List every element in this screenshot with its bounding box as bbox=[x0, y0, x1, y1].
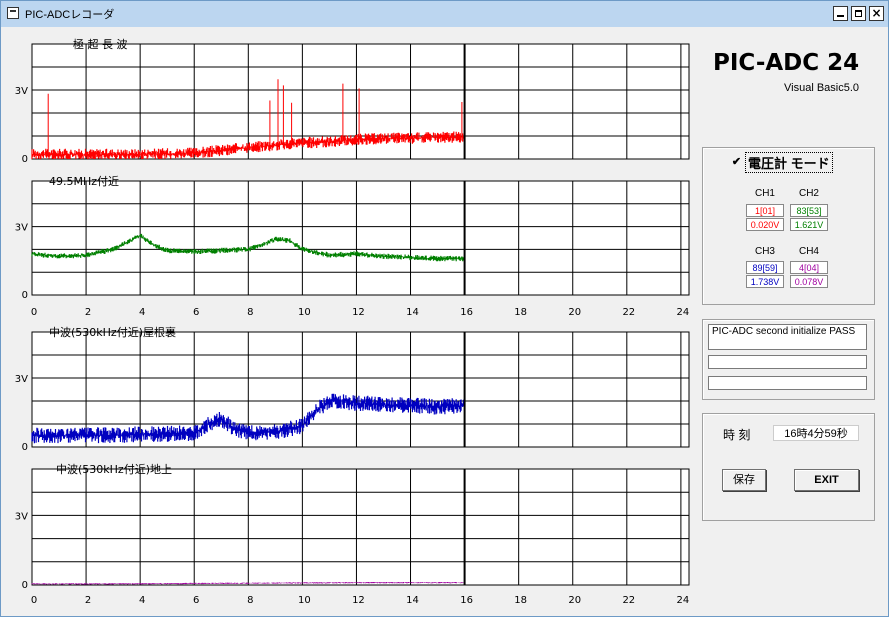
app-name: PIC-ADC 24 bbox=[713, 50, 860, 76]
xtick-label: 16 bbox=[460, 595, 473, 606]
chart-title-2: 49.5MHz付近 bbox=[49, 175, 119, 188]
xtick-label: 10 bbox=[298, 595, 311, 606]
ytick-label-0: 0 bbox=[22, 442, 28, 453]
ch3-raw: 89[59] bbox=[746, 261, 784, 274]
ytick-label-0: 0 bbox=[22, 154, 28, 165]
xtick-label: 0 bbox=[31, 595, 37, 606]
chart-area: 極 超 長 波 3V 0 49.5MHz付近 3V 0 0 2 4 6 8 10 12 14 16 18 20 2… bbox=[0, 26, 697, 615]
ch4-label: CH4 bbox=[798, 246, 819, 257]
ch4-voltage: 0.078V bbox=[790, 275, 828, 288]
ytick-label-3v: 3V bbox=[15, 223, 28, 234]
app-icon[interactable] bbox=[7, 7, 19, 19]
ytick-label-3v: 3V bbox=[15, 511, 28, 522]
ytick-label-0: 0 bbox=[22, 580, 28, 591]
xtick-label: 18 bbox=[514, 595, 527, 606]
plot-frame-2 bbox=[31, 180, 690, 296]
xtick-label: 2 bbox=[85, 307, 91, 318]
ch2-voltage: 1.621V bbox=[790, 218, 828, 231]
voltmeter-mode-label: 電圧計 モード bbox=[745, 152, 833, 173]
xtick-label: 4 bbox=[139, 595, 145, 606]
title-bar[interactable]: PIC-ADCレコーダ × bbox=[1, 1, 888, 27]
ch4-raw: 4[04] bbox=[790, 261, 828, 274]
plot-frame-3 bbox=[31, 331, 690, 448]
exit-button[interactable]: EXIT bbox=[794, 469, 859, 491]
xtick-label: 20 bbox=[568, 595, 581, 606]
xtick-label: 24 bbox=[677, 307, 690, 318]
chart-title-1: 極 超 長 波 bbox=[73, 37, 128, 51]
xtick-label: 6 bbox=[193, 307, 199, 318]
xtick-label: 2 bbox=[85, 595, 91, 606]
ytick-label-3v: 3V bbox=[15, 86, 28, 97]
status-line-2[interactable] bbox=[708, 355, 867, 369]
clock-label: 時 刻 bbox=[723, 428, 751, 442]
ch3-label: CH3 bbox=[754, 246, 775, 257]
xtick-label: 4 bbox=[139, 307, 145, 318]
chart-title-3: 中波(530kHz付近)屋根裏 bbox=[49, 325, 176, 339]
ch1-label: CH1 bbox=[754, 188, 775, 199]
app-subtitle: Visual Basic5.0 bbox=[784, 82, 860, 94]
xtick-label: 14 bbox=[406, 595, 419, 606]
check-icon: ✔ bbox=[731, 156, 742, 168]
ch2-raw: 83[53] bbox=[790, 204, 828, 217]
ch2-label: CH2 bbox=[798, 188, 819, 199]
xtick-label: 16 bbox=[460, 307, 473, 318]
chart-title-4: 中波(530kHz付近)地上 bbox=[56, 463, 172, 476]
ytick-label-0: 0 bbox=[22, 290, 28, 301]
xtick-label: 22 bbox=[622, 307, 635, 318]
minimize-button[interactable] bbox=[833, 6, 848, 21]
status-line-3[interactable] bbox=[708, 376, 867, 390]
voltmeter-mode-checkbox[interactable]: ✔ 電圧計 モード bbox=[731, 152, 833, 173]
xtick-label: 6 bbox=[193, 595, 199, 606]
ch1-voltage: 0.020V bbox=[746, 218, 784, 231]
save-button[interactable]: 保存 bbox=[722, 469, 766, 491]
xtick-label: 22 bbox=[622, 595, 635, 606]
clock-value: 16時4分59秒 bbox=[773, 425, 859, 441]
xtick-label: 20 bbox=[568, 307, 581, 318]
xtick-label: 0 bbox=[31, 307, 37, 318]
status-line-1[interactable]: PIC-ADC second initialize PASS bbox=[708, 324, 867, 350]
xtick-label: 24 bbox=[677, 595, 690, 606]
xtick-label: 8 bbox=[247, 595, 253, 606]
xtick-label: 10 bbox=[298, 307, 311, 318]
xtick-label: 12 bbox=[352, 595, 365, 606]
ch3-voltage: 1.738V bbox=[746, 275, 784, 288]
plot-frame-4 bbox=[31, 468, 690, 586]
xtick-label: 12 bbox=[352, 307, 365, 318]
ytick-label-3v: 3V bbox=[15, 374, 28, 385]
close-button[interactable]: × bbox=[869, 6, 884, 21]
maximize-button[interactable] bbox=[851, 6, 866, 21]
xtick-label: 18 bbox=[514, 307, 527, 318]
window-title: PIC-ADCレコーダ bbox=[25, 9, 115, 21]
xtick-label: 8 bbox=[247, 307, 253, 318]
ch1-raw: 1[01] bbox=[746, 204, 784, 217]
xtick-label: 14 bbox=[406, 307, 419, 318]
charts-svg: 極 超 長 波3V049.5MHz付近3V00 2 4 6 8 10 12 14 16 18 20 2… bbox=[15, 37, 690, 606]
